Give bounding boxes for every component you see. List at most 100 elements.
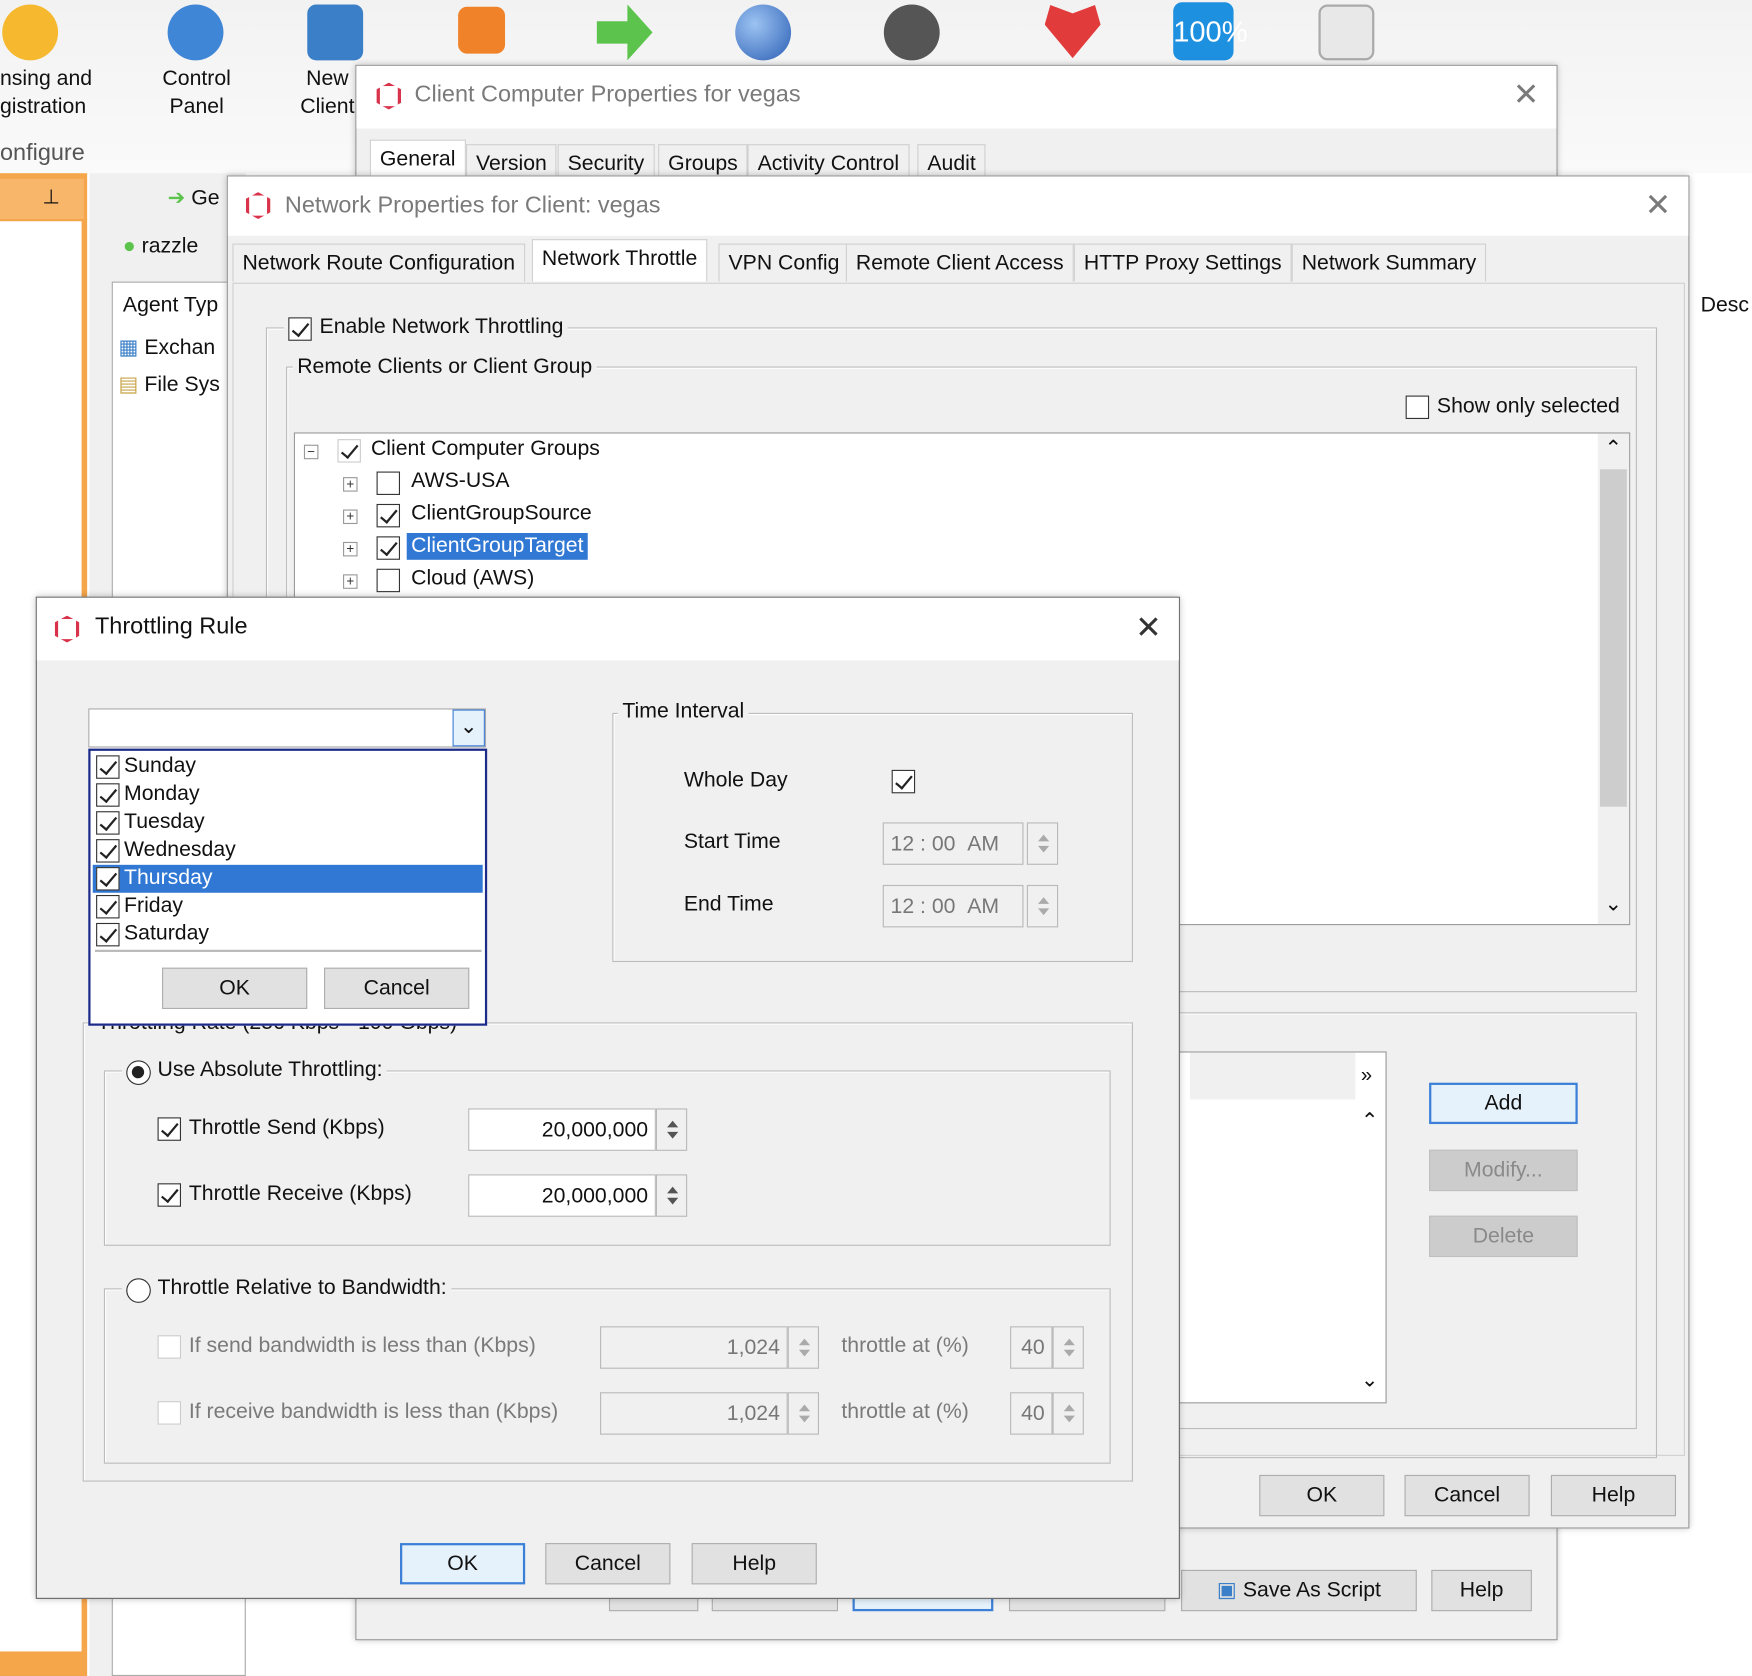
tab-network-route-configuration[interactable]: Network Route Configuration [232,243,526,282]
tree-item-checkbox[interactable] [376,503,401,528]
rel-send-input: 1,024 [600,1326,788,1369]
pin-icon[interactable]: ⊥ [42,185,60,208]
days-cancel-button[interactable]: Cancel [324,967,470,1009]
scroll-down-icon[interactable]: ⌄ [1605,892,1623,918]
scroll-up-icon[interactable]: ⌃ [1605,436,1623,462]
globe-icon[interactable] [735,4,792,61]
day-label: Monday [124,782,200,806]
throttle-send-label: Throttle Send (Kbps) [188,1116,385,1140]
tab-remote-client-access[interactable]: Remote Client Access [845,243,1074,282]
ok-button[interactable]: OK [400,1543,526,1585]
expand-icon[interactable]: + [343,477,358,492]
day-item[interactable]: Friday [93,893,483,921]
day-item[interactable]: Thursday [92,864,483,893]
get-started-tab[interactable]: ➔ Ge [168,185,220,211]
save-as-script-button[interactable]: ▣ Save As Script [1181,1569,1417,1612]
absolute-radio[interactable] [126,1060,151,1085]
day-item[interactable]: Saturday [93,921,483,949]
day-checkbox[interactable] [96,839,120,863]
tree-root[interactable]: Client Computer Groups [371,437,600,462]
tab-network-throttle[interactable]: Network Throttle [531,239,708,282]
rel-send-checkbox [157,1335,182,1359]
tree-item[interactable]: AWS-USA [407,468,514,495]
throttle-send-input[interactable]: 20,000,000 [468,1108,656,1151]
tree-item[interactable]: Cloud (AWS) [407,565,539,592]
relative-radio[interactable] [126,1278,151,1303]
day-item[interactable]: Sunday [93,753,483,781]
help-button[interactable]: Help [1431,1569,1532,1612]
throttle-send-spinner[interactable] [655,1108,688,1151]
day-checkbox[interactable] [96,894,120,919]
script-icon: ▣ [1216,1578,1237,1603]
tree-scrollbar[interactable]: ⌃ ⌄ [1597,433,1630,925]
tab-network-summary[interactable]: Network Summary [1291,243,1487,282]
tree-item-checkbox[interactable] [376,568,401,593]
relative-option[interactable]: Throttle Relative to Bandwidth: [121,1276,452,1303]
scroll-thumb[interactable] [1600,469,1627,807]
throttle-receive-checkbox[interactable] [157,1183,182,1207]
collapse-icon[interactable]: − [303,444,319,460]
day-label: Thursday [124,865,213,890]
day-label: Tuesday [124,810,205,834]
day-checkbox[interactable] [96,755,120,779]
day-item[interactable]: Wednesday [93,837,483,865]
scroll-down-icon[interactable]: ⌄ [1361,1368,1379,1394]
tree-item[interactable]: ClientGroupTarget [406,532,588,560]
title-bar: Network Properties for Client: vegas ✕ [227,176,1689,236]
client-icon: ● [122,234,136,259]
license-ribbon-icon[interactable] [2,4,59,61]
tab-vpn-config[interactable]: VPN Config [718,243,850,282]
scroll-up-icon[interactable]: ⌃ [1361,1108,1379,1134]
day-checkbox[interactable] [96,811,120,835]
throttle-send-checkbox[interactable] [157,1117,182,1141]
add-button[interactable]: Add [1429,1082,1578,1125]
tree-item[interactable]: ClientGroupSource [407,501,596,528]
chevron-down-icon[interactable]: ⌄ [452,709,485,747]
tree-item-checkbox[interactable] [376,471,401,495]
cancel-button[interactable]: Cancel [1404,1474,1530,1517]
day-checkbox[interactable] [96,783,120,807]
cancel-button[interactable]: Cancel [545,1543,671,1585]
day-item[interactable]: Tuesday [93,809,483,837]
percent-100-icon[interactable]: 100% [1173,2,1248,61]
toolbar-control-panel-label[interactable]: Control Panel [156,65,236,121]
agent-item[interactable]: ▦ Exchan [118,335,215,361]
days-combo[interactable]: ⌄ [88,708,487,748]
enable-throttling-toggle[interactable]: Enable Network Throttling [283,315,568,341]
expand-icon[interactable]: + [343,574,358,589]
rss-icon[interactable] [458,6,506,54]
close-icon[interactable]: ✕ [1135,612,1161,643]
help-button[interactable]: Help [1550,1474,1677,1517]
close-icon[interactable]: ✕ [1513,79,1539,110]
toolbar-licensing-label[interactable]: nsing and gistration [0,65,92,121]
start-time-field: 12 : 00 AM [882,822,1024,865]
tree-item-checkbox[interactable] [376,536,401,560]
expand-all-icon[interactable]: » [1361,1064,1372,1087]
user-gear-icon[interactable] [883,4,940,61]
whole-day-checkbox[interactable] [891,769,916,794]
day-item[interactable]: Monday [93,781,483,809]
gear-icon[interactable] [167,4,224,61]
rel-send-percent-spinner [1052,1326,1084,1369]
day-checkbox[interactable] [96,922,120,947]
tab-http-proxy-settings[interactable]: HTTP Proxy Settings [1073,243,1292,282]
rel-receive-percent-spinner [1052,1392,1084,1435]
rel-receive-checkbox [157,1401,182,1425]
throttle-receive-spinner[interactable] [655,1174,688,1217]
close-icon[interactable]: ✕ [1645,189,1671,221]
expand-icon[interactable]: + [343,542,358,557]
app-logo-icon [245,192,271,220]
help-button[interactable]: Help [691,1543,817,1585]
expand-icon[interactable]: + [343,509,358,525]
days-ok-button[interactable]: OK [162,967,308,1009]
tree-root-checkbox[interactable] [337,439,361,463]
report-chart-icon[interactable] [1318,4,1375,61]
computer-icon[interactable] [307,4,364,61]
day-checkbox[interactable] [96,867,120,891]
ok-button[interactable]: OK [1259,1474,1385,1517]
agent-item[interactable]: ▤ File Sys [118,372,219,398]
enable-throttling-checkbox[interactable] [288,317,312,341]
show-only-selected-checkbox[interactable] [1405,395,1430,420]
absolute-option[interactable]: Use Absolute Throttling: [121,1058,388,1085]
throttle-receive-input[interactable]: 20,000,000 [468,1174,656,1217]
